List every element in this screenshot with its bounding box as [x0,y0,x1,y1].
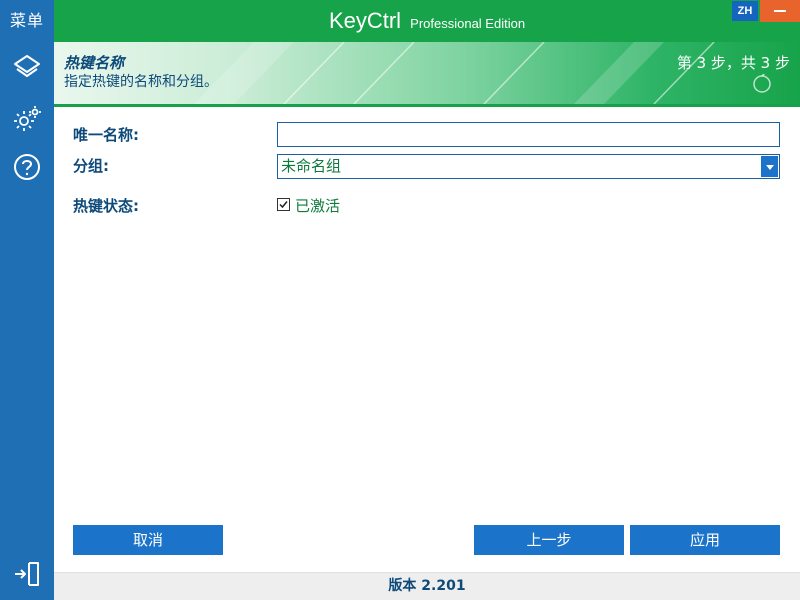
group-select-value: 未命名组 [281,157,342,175]
language-button[interactable]: ZH [732,1,758,21]
banner-title: 热键名称 [64,54,125,72]
group-dropdown-button[interactable] [761,156,778,177]
settings-icon[interactable] [11,103,43,135]
group-select[interactable]: 未命名组 [277,154,780,179]
minimize-icon [774,10,786,12]
step-indicator: 第 3 步，共 3 步 [676,54,790,72]
app-name: KeyCtrl [328,8,402,33]
app-title: KeyCtrl Professional Edition [54,0,800,45]
unique-name-label: 唯一名称: [73,126,139,144]
unique-name-input[interactable] [277,122,780,147]
group-label: 分组: [73,157,109,175]
hotkey-status-label: 热键状态: [73,197,139,215]
banner-subtitle: 指定热键的名称和分组。 [64,74,218,90]
active-checkbox-label[interactable]: 已激活 [295,195,340,216]
banner-divider [54,104,800,107]
minimize-button[interactable] [760,0,800,22]
exit-icon[interactable] [11,558,43,590]
checkmark-icon [279,201,288,209]
title-bar: KeyCtrl Professional Edition [54,0,800,42]
app-edition: Professional Edition [410,16,526,31]
back-button[interactable]: 上一步 [474,525,624,555]
wizard-banner: 热键名称 指定热键的名称和分组。 第 3 步，共 3 步 [54,42,800,104]
step-ring-icon [753,74,771,93]
chevron-down-icon [766,165,774,170]
apply-button[interactable]: 应用 [630,525,780,555]
help-icon[interactable] [11,151,43,183]
version-label: 版本 2.201 [388,578,466,594]
footer: 版本 2.201 [54,572,800,600]
menu-button[interactable]: 菜单 [0,0,54,42]
sidebar: 菜单 [0,0,54,600]
cancel-button[interactable]: 取消 [73,525,223,555]
active-checkbox[interactable] [277,198,290,211]
layers-icon[interactable] [11,52,43,84]
